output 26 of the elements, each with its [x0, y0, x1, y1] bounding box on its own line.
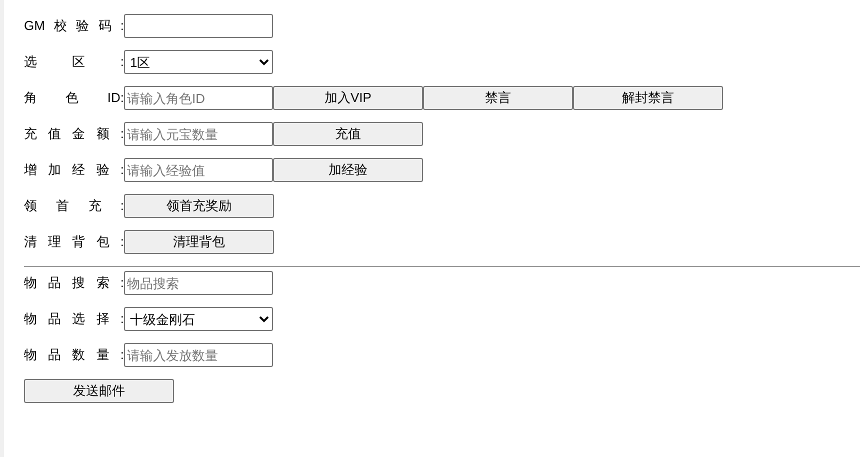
action-button[interactable]: 解封禁言: [573, 86, 723, 110]
field-label: 清理背包:: [24, 233, 124, 251]
field-label: GM校验码:: [24, 17, 124, 35]
text-input-field[interactable]: 请输入角色ID: [124, 86, 273, 110]
field-label: 物品选择:: [24, 310, 124, 328]
action-button[interactable]: 加入VIP: [273, 86, 423, 110]
field-label: 物品搜索:: [24, 274, 124, 292]
field-label: 充值金额:: [24, 125, 124, 143]
text-input-field[interactable]: [124, 14, 273, 38]
dropdown[interactable]: 十级金刚石: [124, 307, 273, 331]
field-label: 领首充:: [24, 197, 124, 215]
field-label: 物品数量:: [24, 346, 124, 364]
action-button[interactable]: 领首充奖励: [124, 194, 274, 218]
action-button[interactable]: 禁言: [423, 86, 573, 110]
action-button[interactable]: 清理背包: [124, 230, 274, 254]
action-button[interactable]: 充值: [273, 122, 423, 146]
text-input-field[interactable]: 请输入经验值: [124, 158, 273, 182]
text-input-field[interactable]: 物品搜索: [124, 271, 273, 295]
text-input-field[interactable]: 请输入发放数量: [124, 343, 273, 367]
field-label: 增加经验:: [24, 161, 124, 179]
text-input-field[interactable]: 请输入元宝数量: [124, 122, 273, 146]
send-mail-button[interactable]: 发送邮件: [24, 379, 174, 403]
dropdown[interactable]: 1区: [124, 50, 273, 74]
field-label: 角色ID:: [24, 89, 124, 107]
action-button[interactable]: 加经验: [273, 158, 423, 182]
field-label: 选区:: [24, 53, 124, 71]
